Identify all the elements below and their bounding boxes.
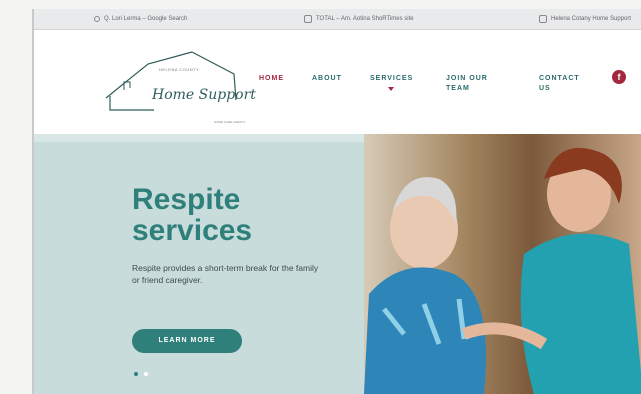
slider-dot[interactable]: [144, 372, 148, 376]
search-icon: [94, 16, 100, 22]
nav-home[interactable]: HOME: [259, 74, 284, 84]
browser-tab-bar: Q. Lori Lerma – Google Search TOTAL – Am…: [34, 9, 641, 30]
browser-tab-label: Q. Lori Lerma – Google Search: [104, 16, 188, 22]
browser-tab[interactable]: TOTAL – Am. Aotina ShoRTimes site: [304, 13, 414, 25]
nav-services-label: SERVICES: [370, 75, 414, 82]
learn-more-button[interactable]: LEARN MORE: [132, 329, 242, 353]
slider-dot-active[interactable]: [134, 372, 138, 376]
nav-join-our-team[interactable]: JOIN OUR TEAM: [446, 74, 488, 94]
logo-tagline: HELENA COUNTY: [159, 67, 200, 72]
slider-dots: [134, 372, 148, 376]
hero-description: Respite provides a short-term break for …: [132, 263, 319, 285]
site-logo[interactable]: HELENA COUNTY Home Support HOME CARE AGE…: [104, 44, 264, 124]
favicon-icon: [539, 15, 547, 23]
caret-down-icon: [388, 87, 394, 91]
hero-photo: [364, 134, 641, 394]
logo-name: Home Support: [152, 87, 256, 103]
site-header: HELENA COUNTY Home Support HOME CARE AGE…: [34, 30, 641, 134]
house-outline-icon: [105, 51, 237, 111]
browser-tab[interactable]: Q. Lori Lerma – Google Search: [94, 13, 187, 25]
facebook-icon[interactable]: f: [612, 70, 626, 84]
browser-tab-label: TOTAL – Am. Aotina ShoRTimes site: [316, 16, 414, 22]
hero-title: Respite services: [132, 183, 253, 247]
nav-contact-us[interactable]: CONTACT US: [539, 74, 580, 94]
nav-services[interactable]: SERVICES: [370, 74, 414, 91]
logo-subline: HOME CARE AGENCY: [214, 120, 246, 124]
browser-window: Q. Lori Lerma – Google Search TOTAL – Am…: [32, 9, 641, 394]
browser-tab-label: Helena Cotany Home Support: [551, 16, 632, 22]
hero-slider: Respite services Respite provides a shor…: [34, 134, 641, 394]
browser-tab[interactable]: Helena Cotany Home Support: [539, 13, 631, 25]
favicon-icon: [304, 15, 312, 23]
caregiver-photo-illustration: [364, 147, 641, 394]
nav-about[interactable]: ABOUT: [312, 74, 342, 84]
